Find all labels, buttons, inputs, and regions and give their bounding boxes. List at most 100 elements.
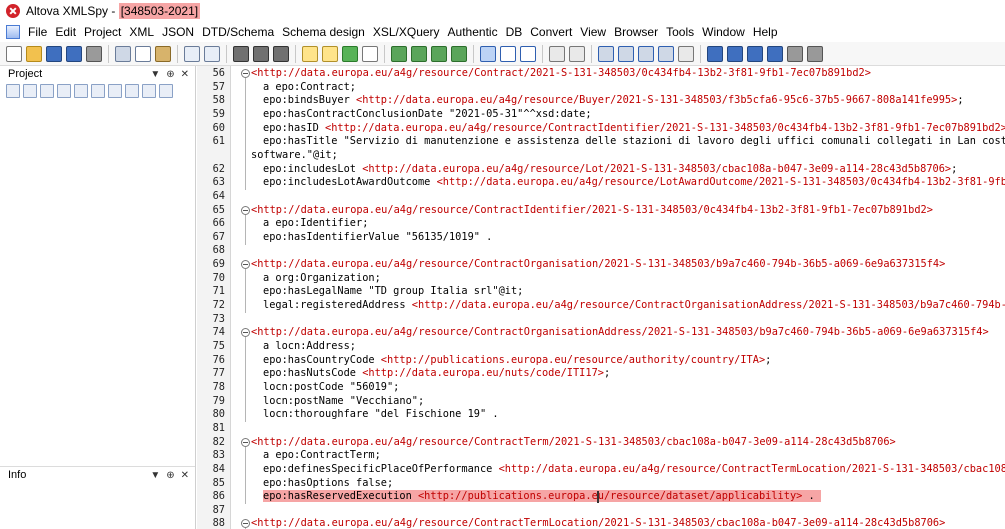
project-save-icon[interactable] bbox=[40, 84, 54, 98]
menu-edit[interactable]: Edit bbox=[51, 25, 80, 39]
indent-icon[interactable] bbox=[391, 45, 407, 62]
code-line[interactable]: 85 epo:hasOptions false; bbox=[197, 477, 1005, 491]
code-line[interactable]: 74 <http://data.europa.eu/a4g/resource/Co… bbox=[197, 326, 1005, 340]
copy-icon[interactable] bbox=[135, 45, 151, 62]
cut-icon[interactable] bbox=[115, 45, 131, 62]
fold-toggle-icon[interactable] bbox=[241, 205, 250, 215]
tools-icon[interactable] bbox=[787, 45, 803, 62]
menu-project[interactable]: Project bbox=[80, 25, 125, 39]
code-line[interactable]: 76 epo:hasCountryCode <http://publication… bbox=[197, 354, 1005, 368]
xquery-icon[interactable] bbox=[638, 45, 654, 62]
replace-icon[interactable] bbox=[273, 45, 289, 62]
menu-authentic[interactable]: Authentic bbox=[444, 25, 502, 39]
bookmark-icon[interactable] bbox=[707, 45, 723, 62]
code-line[interactable]: 56 <http://data.europa.eu/a4g/resource/Co… bbox=[197, 67, 1005, 81]
check-icon[interactable] bbox=[342, 45, 358, 62]
project-new-icon[interactable] bbox=[6, 84, 20, 98]
save-all-icon[interactable] bbox=[66, 45, 82, 62]
menu-browser[interactable]: Browser bbox=[610, 25, 662, 39]
code-line[interactable]: 83 a epo:ContractTerm; bbox=[197, 449, 1005, 463]
bookmark-next-icon[interactable] bbox=[727, 45, 743, 62]
uncomment-icon[interactable] bbox=[451, 45, 467, 62]
comment-icon[interactable] bbox=[431, 45, 447, 62]
menu-json[interactable]: JSON bbox=[158, 25, 198, 39]
project-open-icon[interactable] bbox=[23, 84, 37, 98]
menu-file[interactable]: File bbox=[24, 25, 51, 39]
spell-icon[interactable] bbox=[362, 45, 378, 62]
code-line[interactable]: 71 epo:hasLegalName "TD group Italia srl"… bbox=[197, 285, 1005, 299]
menu-dtd-schema[interactable]: DTD/Schema bbox=[198, 25, 278, 39]
clear-bookmarks-icon[interactable] bbox=[767, 45, 783, 62]
code-line[interactable]: 59 epo:hasContractConclusionDate "2021-05… bbox=[197, 108, 1005, 122]
document-menu-icon[interactable] bbox=[6, 25, 20, 39]
code-line[interactable]: 87 bbox=[197, 504, 1005, 518]
menu-window[interactable]: Window bbox=[698, 25, 749, 39]
text-editor[interactable]: 56 <http://data.europa.eu/a4g/resource/Co… bbox=[197, 66, 1005, 529]
code-line[interactable]: 57 a epo:Contract; bbox=[197, 81, 1005, 95]
code-line[interactable]: 64 bbox=[197, 190, 1005, 204]
outdent-icon[interactable] bbox=[411, 45, 427, 62]
code-line[interactable]: 77 epo:hasNutsCode <http://data.europa.eu… bbox=[197, 367, 1005, 381]
db-view-icon[interactable] bbox=[520, 45, 536, 62]
find-next-icon[interactable] bbox=[253, 45, 269, 62]
validate-icon[interactable] bbox=[322, 45, 338, 62]
fold-toggle-icon[interactable] bbox=[241, 260, 250, 270]
menu-help[interactable]: Help bbox=[749, 25, 782, 39]
code-line[interactable]: software."@it; bbox=[197, 149, 1005, 163]
menu-xsl-xquery[interactable]: XSL/XQuery bbox=[369, 25, 444, 39]
project-remove-icon[interactable] bbox=[125, 84, 139, 98]
pane-close-icon[interactable]: ✕ bbox=[181, 69, 189, 80]
info-close-icon[interactable]: ✕ bbox=[181, 470, 189, 481]
menu-convert[interactable]: Convert bbox=[526, 25, 576, 39]
code-line[interactable]: 80 locn:thoroughfare "del Fischione 19" . bbox=[197, 408, 1005, 422]
redo-icon[interactable] bbox=[204, 45, 220, 62]
code-line[interactable]: 58 epo:bindsBuyer <http://data.europa.eu/… bbox=[197, 94, 1005, 108]
fold-toggle-icon[interactable] bbox=[241, 328, 250, 338]
code-line[interactable]: 84 epo:definesSpecificPlaceOfPerformance … bbox=[197, 463, 1005, 477]
code-line[interactable]: 63 epo:includesLotAwardOutcome <http://da… bbox=[197, 176, 1005, 190]
fold-toggle-icon[interactable] bbox=[241, 69, 250, 78]
code-line[interactable]: 79 locn:postName "Vecchiano"; bbox=[197, 395, 1005, 409]
project-refresh-icon[interactable] bbox=[142, 84, 156, 98]
paste-icon[interactable] bbox=[155, 45, 171, 62]
text-view-icon[interactable] bbox=[480, 45, 496, 62]
info-pin-icon[interactable]: ⊕ bbox=[166, 470, 174, 481]
find-icon[interactable] bbox=[233, 45, 249, 62]
code-line[interactable]: 61 epo:hasTitle "Servizio di manutenzione… bbox=[197, 135, 1005, 149]
code-line[interactable]: 65 <http://data.europa.eu/a4g/resource/Co… bbox=[197, 204, 1005, 218]
fold-toggle-icon[interactable] bbox=[241, 519, 250, 529]
print-icon[interactable] bbox=[86, 45, 102, 62]
transform-icon[interactable] bbox=[598, 45, 614, 62]
undo-icon[interactable] bbox=[184, 45, 200, 62]
project-add-file-icon[interactable] bbox=[57, 84, 71, 98]
bookmark-prev-icon[interactable] bbox=[747, 45, 763, 62]
info-dropdown-icon[interactable]: ▼ bbox=[150, 470, 160, 481]
code-line[interactable]: 68 bbox=[197, 244, 1005, 258]
pane-dropdown-icon[interactable]: ▼ bbox=[150, 69, 160, 80]
code-line[interactable]: 70 a org:Organization; bbox=[197, 272, 1005, 286]
fold-toggle-icon[interactable] bbox=[241, 437, 250, 447]
code-line[interactable]: 69 <http://data.europa.eu/a4g/resource/Co… bbox=[197, 258, 1005, 272]
code-line[interactable]: 72 legal:registeredAddress <http://data.e… bbox=[197, 299, 1005, 313]
code-line[interactable]: 62 epo:includesLot <http://data.europa.eu… bbox=[197, 163, 1005, 177]
code-line[interactable]: 82 <http://data.europa.eu/a4g/resource/Co… bbox=[197, 436, 1005, 450]
menu-view[interactable]: View bbox=[576, 25, 610, 39]
menu-xml[interactable]: XML bbox=[125, 25, 158, 39]
project-find-icon[interactable] bbox=[159, 84, 173, 98]
code-line[interactable]: 88 <http://data.europa.eu/a4g/resource/Co… bbox=[197, 517, 1005, 529]
code-line[interactable]: 66 a epo:Identifier; bbox=[197, 217, 1005, 231]
code-line[interactable]: 60 epo:hasID <http://data.europa.eu/a4g/r… bbox=[197, 122, 1005, 136]
xsl-icon[interactable] bbox=[569, 45, 585, 62]
code-line[interactable]: 86 epo:hasReservedExecution <http://publi… bbox=[197, 490, 1005, 504]
project-add-folder-icon[interactable] bbox=[91, 84, 105, 98]
generate-icon[interactable] bbox=[658, 45, 674, 62]
new-file-icon[interactable] bbox=[6, 45, 22, 62]
project-add-url-icon[interactable] bbox=[74, 84, 88, 98]
code-line[interactable]: 75 a locn:Address; bbox=[197, 340, 1005, 354]
code-line[interactable]: 73 bbox=[197, 313, 1005, 327]
project-add-external-icon[interactable] bbox=[108, 84, 122, 98]
code-line[interactable]: 78 locn:postCode "56019"; bbox=[197, 381, 1005, 395]
pane-pin-icon[interactable]: ⊕ bbox=[166, 69, 174, 80]
code-line[interactable]: 67 epo:hasIdentifierValue "56135/1019" . bbox=[197, 231, 1005, 245]
grid-view-icon[interactable] bbox=[500, 45, 516, 62]
